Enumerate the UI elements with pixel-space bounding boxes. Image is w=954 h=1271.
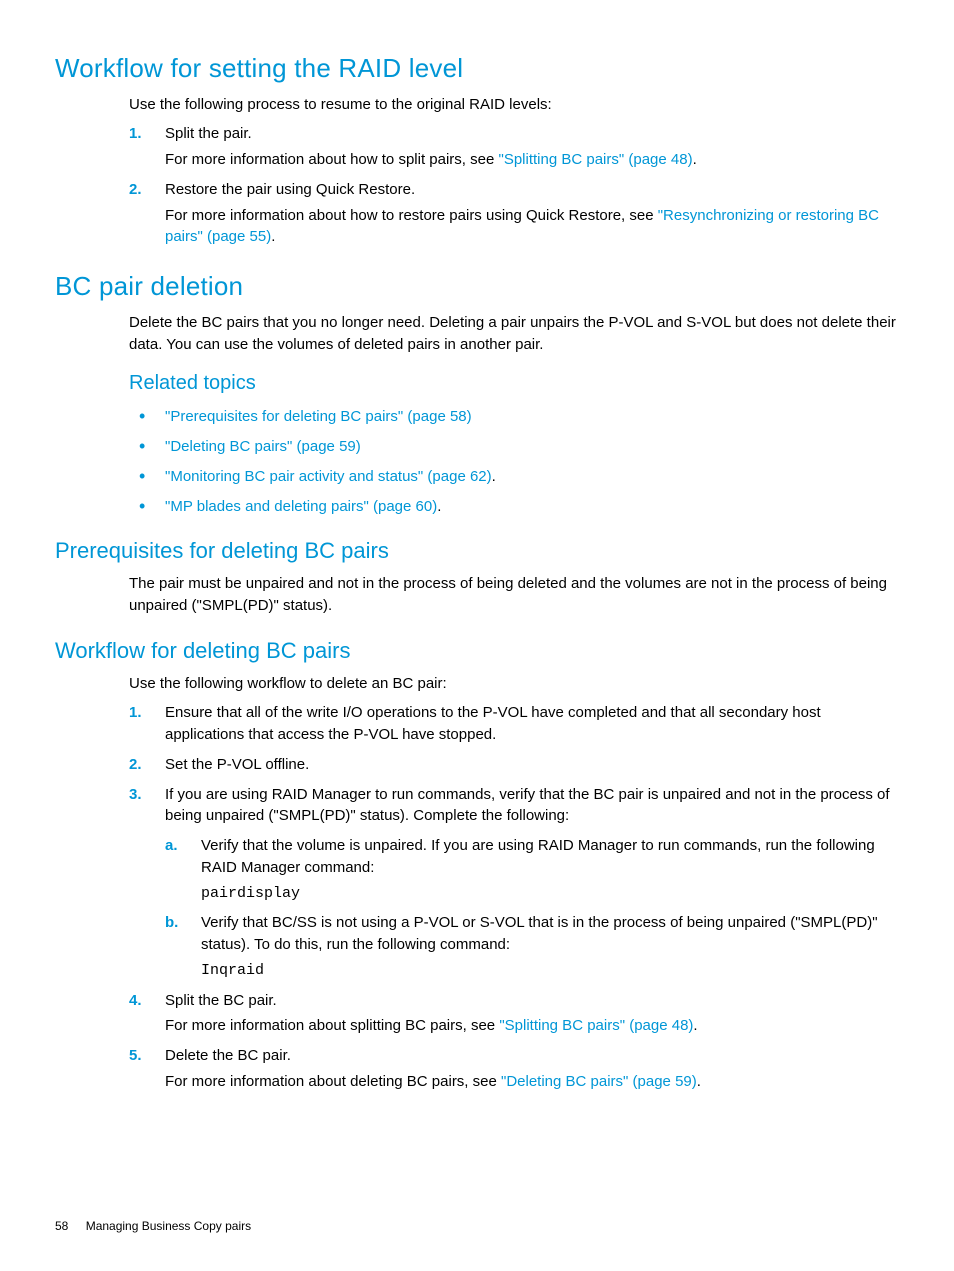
step-more: For more information about how to split … <box>165 149 899 171</box>
link-splitting-bc-pairs[interactable]: "Splitting BC pairs" (page 48) <box>499 1017 693 1034</box>
intro-text: Use the following process to resume to t… <box>129 94 899 116</box>
heading-bc-pair-deletion: BC pair deletion <box>55 268 899 306</box>
link-monitoring-bc[interactable]: "Monitoring BC pair activity and status"… <box>165 468 492 485</box>
substep-text: Verify that the volume is unpaired. If y… <box>201 835 899 879</box>
heading-workflow-deleting: Workflow for deleting BC pairs <box>55 635 899 667</box>
step-text: Delete the BC pair. <box>165 1045 899 1067</box>
link-deleting-bc-pairs[interactable]: "Deleting BC pairs" (page 59) <box>501 1073 697 1090</box>
step-text: Ensure that all of the write I/O operati… <box>165 704 821 743</box>
step-text: Restore the pair using Quick Restore. <box>165 179 899 201</box>
delete-steps-list: Ensure that all of the write I/O operati… <box>129 702 899 1092</box>
code-inqraid: Inqraid <box>201 960 899 982</box>
heading-prerequisites: Prerequisites for deleting BC pairs <box>55 535 899 567</box>
code-pairdisplay: pairdisplay <box>201 883 899 905</box>
list-item: "Monitoring BC pair activity and status"… <box>129 466 899 488</box>
link-deleting-bc-pairs[interactable]: "Deleting BC pairs" (page 59) <box>165 438 361 455</box>
body-text: The pair must be unpaired and not in the… <box>129 573 899 617</box>
list-item: "Prerequisites for deleting BC pairs" (p… <box>129 406 899 428</box>
list-item: Delete the BC pair. For more information… <box>129 1045 899 1093</box>
list-item: Split the BC pair. For more information … <box>129 990 899 1038</box>
link-splitting-bc-pairs[interactable]: "Splitting BC pairs" (page 48) <box>499 151 693 168</box>
list-item: Split the pair. For more information abo… <box>129 123 899 171</box>
step-text: If you are using RAID Manager to run com… <box>165 784 899 828</box>
related-topics-list: "Prerequisites for deleting BC pairs" (p… <box>129 406 899 517</box>
list-item: Verify that BC/SS is not using a P-VOL o… <box>165 912 899 981</box>
text-fragment: . <box>437 498 441 515</box>
step-text: Split the BC pair. <box>165 990 899 1012</box>
link-prereq-deleting[interactable]: "Prerequisites for deleting BC pairs" (p… <box>165 408 472 425</box>
text-fragment: . <box>693 1017 697 1034</box>
text-fragment: . <box>492 468 496 485</box>
text-fragment: For more information about deleting BC p… <box>165 1073 501 1090</box>
list-item: "MP blades and deleting pairs" (page 60)… <box>129 496 899 518</box>
step-more: For more information about how to restor… <box>165 205 899 249</box>
text-fragment: . <box>693 151 697 168</box>
page-footer: 58 Managing Business Copy pairs <box>55 1218 251 1235</box>
footer-title: Managing Business Copy pairs <box>86 1219 251 1233</box>
text-fragment: For more information about splitting BC … <box>165 1017 499 1034</box>
substeps-list: Verify that the volume is unpaired. If y… <box>165 835 899 982</box>
text-fragment: . <box>697 1073 701 1090</box>
page-number: 58 <box>55 1219 68 1233</box>
heading-related-topics: Related topics <box>129 369 899 398</box>
step-more: For more information about deleting BC p… <box>165 1071 899 1093</box>
list-item: Ensure that all of the write I/O operati… <box>129 702 899 746</box>
list-item: Verify that the volume is unpaired. If y… <box>165 835 899 904</box>
heading-workflow-raid: Workflow for setting the RAID level <box>55 50 899 88</box>
substep-text: Verify that BC/SS is not using a P-VOL o… <box>201 912 899 956</box>
list-item: If you are using RAID Manager to run com… <box>129 784 899 982</box>
list-item: "Deleting BC pairs" (page 59) <box>129 436 899 458</box>
intro-text: Delete the BC pairs that you no longer n… <box>129 312 899 356</box>
raid-steps-list: Split the pair. For more information abo… <box>129 123 899 248</box>
step-more: For more information about splitting BC … <box>165 1015 899 1037</box>
text-fragment: For more information about how to restor… <box>165 207 658 224</box>
list-item: Set the P-VOL offline. <box>129 754 899 776</box>
step-text: Set the P-VOL offline. <box>165 756 309 773</box>
text-fragment: For more information about how to split … <box>165 151 499 168</box>
link-mp-blades[interactable]: "MP blades and deleting pairs" (page 60) <box>165 498 437 515</box>
text-fragment: . <box>271 228 275 245</box>
step-text: Split the pair. <box>165 123 899 145</box>
intro-text: Use the following workflow to delete an … <box>129 673 899 695</box>
list-item: Restore the pair using Quick Restore. Fo… <box>129 179 899 248</box>
